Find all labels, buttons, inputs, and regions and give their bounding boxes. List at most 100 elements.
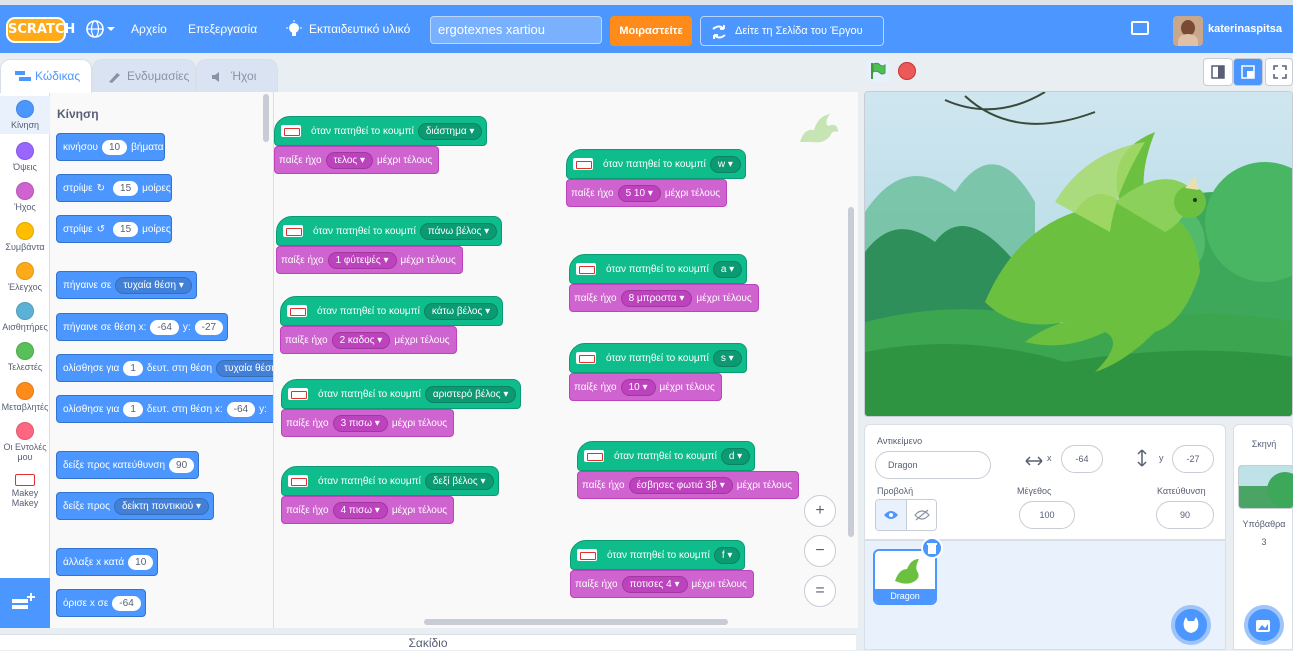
play-sound-until-done-block[interactable]: παίξε ήχο 2 καδος ▾ μέχρι τέλους bbox=[280, 326, 457, 354]
edit-menu[interactable]: Επεξεργασία bbox=[188, 5, 257, 53]
sound-dropdown[interactable]: έσβησες φωτιά 3β ▾ bbox=[628, 476, 733, 494]
steps-input[interactable]: 10 bbox=[102, 139, 128, 155]
key-dropdown[interactable]: f ▾ bbox=[713, 546, 741, 564]
play-sound-until-done-block[interactable]: παίξε ήχο τελος ▾ μέχρι τέλους bbox=[274, 146, 440, 174]
category-events[interactable]: Συμβάντα bbox=[0, 218, 50, 256]
sound-dropdown[interactable]: 10 ▾ bbox=[620, 378, 656, 396]
category-variables[interactable]: Μεταβλητές bbox=[0, 378, 50, 416]
glide-xy-block[interactable]: ολίσθησε για 1 δευτ. στη θέση x: -64 y: bbox=[56, 395, 273, 423]
goto-target-dropdown[interactable]: τυχαία θέση ▾ bbox=[115, 276, 192, 294]
degrees-input[interactable]: 15 bbox=[113, 180, 139, 196]
turn-right-block[interactable]: στρίψε ↻ 15 μοίρες bbox=[56, 174, 172, 202]
sprite-name-input[interactable]: Dragon bbox=[875, 451, 991, 479]
goto-block[interactable]: πήγαινε σε τυχαία θέση ▾ bbox=[56, 271, 197, 299]
share-button[interactable]: Μοιραστείτε bbox=[610, 16, 692, 46]
change-x-input[interactable]: 10 bbox=[128, 554, 154, 570]
seconds-input[interactable]: 1 bbox=[123, 401, 143, 417]
category-motion[interactable]: Κίνηση bbox=[0, 96, 50, 134]
sound-dropdown[interactable]: ποτισες 4 ▾ bbox=[621, 575, 688, 593]
zoom-in-button[interactable]: + bbox=[804, 495, 836, 527]
x-input[interactable]: -64 bbox=[226, 401, 256, 417]
point-towards-block[interactable]: δείξε προς δείκτη ποντικιού ▾ bbox=[56, 492, 215, 520]
fullscreen-button[interactable] bbox=[1265, 58, 1293, 86]
when-key-pressed-block[interactable]: όταν πατηθεί το κουμπί s ▾ bbox=[569, 334, 747, 373]
when-key-pressed-block[interactable]: όταν πατηθεί το κουμπί d ▾ bbox=[577, 432, 756, 471]
category-makey-makey[interactable]: Makey Makey bbox=[0, 470, 50, 516]
direction-input[interactable]: 90 bbox=[1156, 501, 1214, 529]
normal-stage-button[interactable] bbox=[1233, 58, 1263, 86]
when-key-pressed-block[interactable]: όταν πατηθεί το κουμπί f ▾ bbox=[570, 531, 746, 570]
x-input[interactable]: -64 bbox=[150, 319, 179, 335]
move-steps-block[interactable]: κινήσου 10 βήματα bbox=[56, 133, 165, 161]
palette-scrollbar[interactable] bbox=[263, 94, 269, 142]
choose-backdrop-button[interactable] bbox=[1244, 605, 1284, 645]
glide-target-dropdown[interactable]: τυχαία θέση bbox=[216, 359, 273, 377]
sound-dropdown[interactable]: 2 καδος ▾ bbox=[331, 331, 391, 349]
choose-sprite-button[interactable] bbox=[1171, 605, 1211, 645]
y-input[interactable]: -27 bbox=[1172, 445, 1214, 473]
stop-button[interactable] bbox=[898, 62, 916, 80]
category-operators[interactable]: Τελεστές bbox=[0, 338, 50, 376]
size-input[interactable]: 100 bbox=[1019, 501, 1075, 529]
hide-sprite-button[interactable] bbox=[907, 500, 936, 530]
key-dropdown[interactable]: πάνω βέλος ▾ bbox=[419, 222, 498, 240]
glide-block[interactable]: ολίσθησε για 1 δευτ. στη θέση τυχαία θέσ… bbox=[56, 354, 273, 382]
when-key-pressed-block[interactable]: όταν πατηθεί το κουμπί πάνω βέλος ▾ bbox=[276, 207, 503, 246]
goto-xy-block[interactable]: πήγαινε σε θέση x: -64 y: -27 bbox=[56, 313, 229, 341]
when-key-pressed-block[interactable]: όταν πατηθεί το κουμπί κάτω βέλος ▾ bbox=[280, 287, 504, 326]
scratch-logo[interactable]: SCRATCH bbox=[6, 17, 75, 43]
small-stage-button[interactable] bbox=[1203, 58, 1233, 86]
play-sound-until-done-block[interactable]: παίξε ήχο έσβησες φωτιά 3β ▾ μέχρι τέλου… bbox=[577, 471, 800, 499]
x-input[interactable]: -64 bbox=[1061, 445, 1103, 473]
key-dropdown[interactable]: αριστερό βέλος ▾ bbox=[424, 385, 517, 403]
stage-thumbnail[interactable] bbox=[1238, 465, 1293, 509]
play-sound-until-done-block[interactable]: παίξε ήχο ποτισες 4 ▾ μέχρι τέλους bbox=[570, 570, 754, 598]
tab-sounds[interactable]: Ήχοι bbox=[196, 59, 278, 93]
key-dropdown[interactable]: δεξί βέλος ▾ bbox=[424, 472, 494, 490]
delete-sprite-button[interactable] bbox=[921, 537, 943, 559]
play-sound-until-done-block[interactable]: παίξε ήχο 8 μπροστα ▾ μέχρι τέλους bbox=[569, 284, 759, 312]
key-dropdown[interactable]: κάτω βέλος ▾ bbox=[423, 302, 499, 320]
degrees-input[interactable]: 15 bbox=[113, 221, 139, 237]
seconds-input[interactable]: 1 bbox=[123, 360, 143, 376]
workspace-vertical-scrollbar[interactable] bbox=[848, 207, 854, 537]
turn-left-block[interactable]: στρίψε ↺ 15 μοίρες bbox=[56, 215, 172, 243]
direction-input[interactable]: 90 bbox=[169, 457, 195, 473]
point-towards-dropdown[interactable]: δείκτη ποντικιού ▾ bbox=[113, 497, 210, 515]
language-globe-icon[interactable] bbox=[86, 19, 116, 39]
play-sound-until-done-block[interactable]: παίξε ήχο 3 πισω ▾ μέχρι τέλους bbox=[281, 409, 455, 437]
when-key-pressed-block[interactable]: όταν πατηθεί το κουμπί a ▾ bbox=[569, 245, 748, 284]
stage-canvas[interactable] bbox=[864, 91, 1293, 417]
my-stuff-folder-icon[interactable] bbox=[1131, 21, 1149, 35]
when-key-pressed-block[interactable]: όταν πατηθεί το κουμπί w ▾ bbox=[566, 140, 746, 179]
sound-dropdown[interactable]: τελος ▾ bbox=[325, 151, 374, 169]
see-project-page-button[interactable]: Δείτε τη Σελίδα του Έργου bbox=[700, 16, 884, 46]
point-direction-block[interactable]: δείξε προς κατεύθυνση 90 bbox=[56, 451, 200, 479]
play-sound-until-done-block[interactable]: παίξε ήχο 1 φύτεψές ▾ μέχρι τέλους bbox=[276, 246, 463, 274]
user-avatar[interactable] bbox=[1173, 16, 1203, 46]
when-key-pressed-block[interactable]: όταν πατηθεί το κουμπί δεξί βέλος ▾ bbox=[281, 457, 499, 496]
category-control[interactable]: Έλεγχος bbox=[0, 258, 50, 296]
tab-costumes[interactable]: Ενδυμασίες bbox=[92, 59, 196, 93]
y-input[interactable]: -27 bbox=[194, 319, 224, 335]
key-dropdown[interactable]: w ▾ bbox=[709, 155, 741, 173]
show-sprite-button[interactable] bbox=[876, 500, 907, 530]
play-sound-until-done-block[interactable]: παίξε ήχο 10 ▾ μέχρι τέλους bbox=[569, 373, 722, 401]
sound-dropdown[interactable]: 4 πισω ▾ bbox=[332, 501, 388, 519]
sound-dropdown[interactable]: 8 μπροστα ▾ bbox=[620, 289, 693, 307]
category-sound[interactable]: Ήχος bbox=[0, 178, 50, 216]
zoom-out-button[interactable]: − bbox=[804, 535, 836, 567]
backpack-bar[interactable]: Σακίδιο bbox=[0, 634, 856, 650]
green-flag-button[interactable] bbox=[867, 60, 889, 82]
tutorials-menu[interactable]: Εκπαιδευτικό υλικό bbox=[309, 5, 410, 53]
tab-code[interactable]: Κώδικας bbox=[0, 59, 92, 93]
change-x-block[interactable]: άλλαξε x κατά 10 bbox=[56, 548, 159, 576]
project-title-input[interactable]: ergotexnes xartiou bbox=[430, 16, 602, 44]
sound-dropdown[interactable]: 5 10 ▾ bbox=[617, 184, 661, 202]
set-x-block[interactable]: όρισε x σε -64 bbox=[56, 589, 146, 617]
key-dropdown[interactable]: s ▾ bbox=[712, 349, 742, 367]
category-sensing[interactable]: Αισθητήρες bbox=[0, 298, 50, 336]
sound-dropdown[interactable]: 3 πισω ▾ bbox=[332, 414, 388, 432]
when-key-pressed-block[interactable]: όταν πατηθεί το κουμπί αριστερό βέλος ▾ bbox=[281, 370, 522, 409]
file-menu[interactable]: Αρχείο bbox=[131, 5, 167, 53]
